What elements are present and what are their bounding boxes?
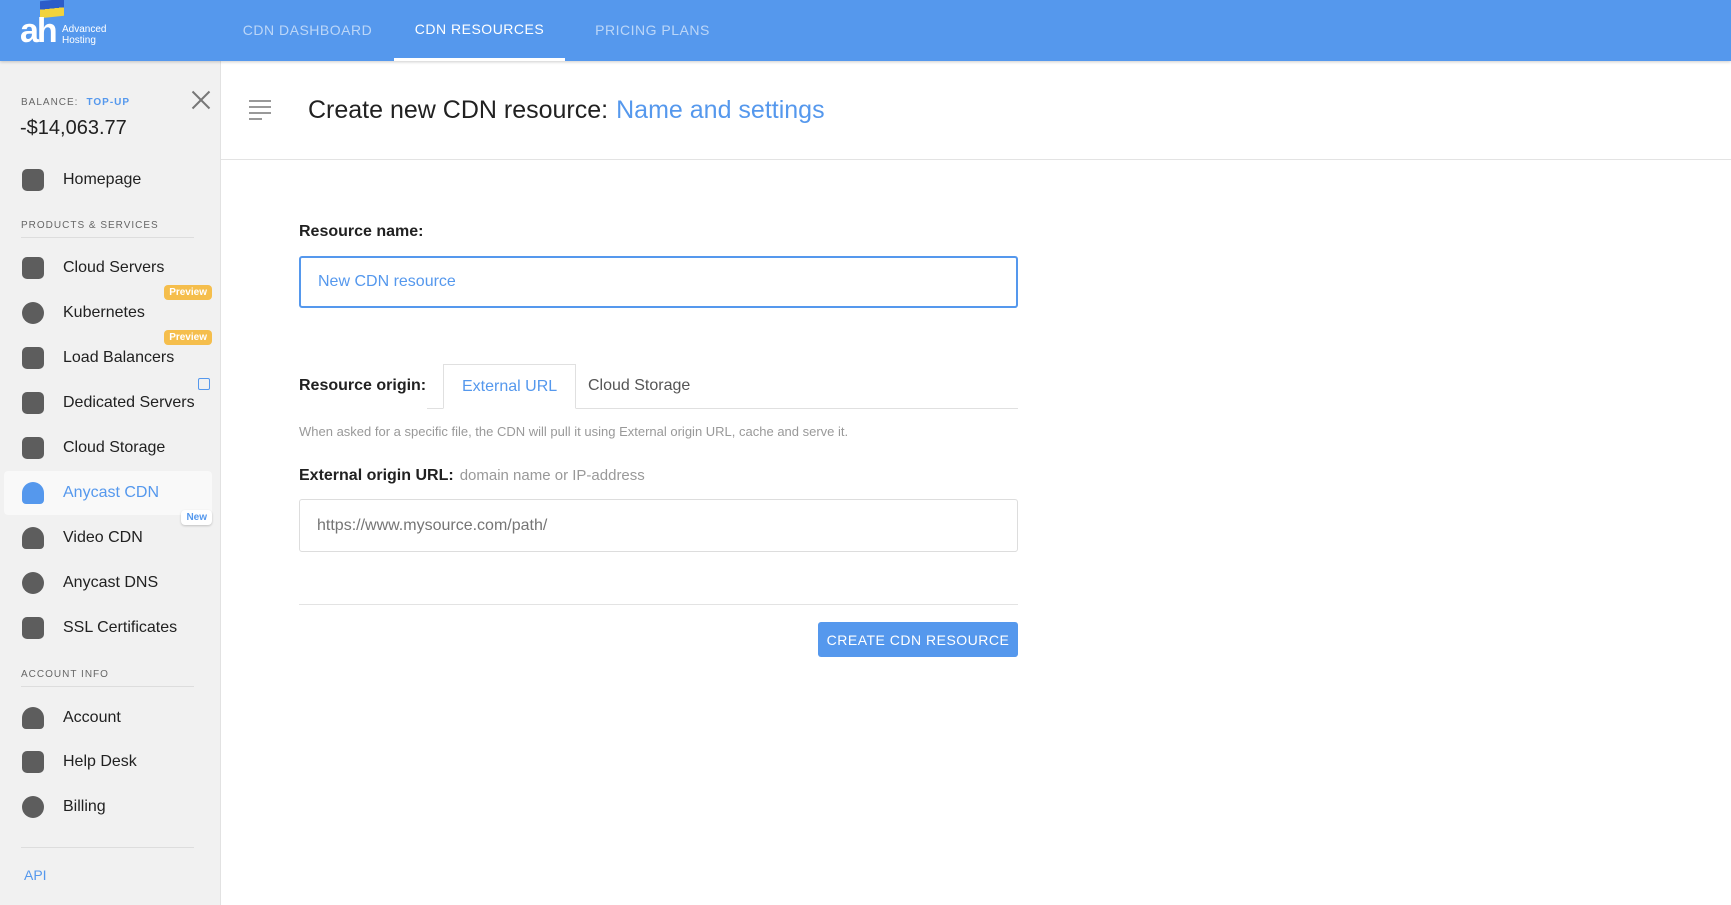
sidebar-item-account[interactable]: Account — [4, 696, 212, 740]
cdn-cloud-icon — [22, 482, 44, 504]
chat-icon — [22, 751, 44, 773]
sidebar-item-kubernetes[interactable]: Kubernetes Preview — [4, 285, 212, 335]
tab-cdn-dashboard[interactable]: CDN DASHBOARD — [230, 0, 385, 61]
external-link-icon — [198, 378, 210, 390]
preview-badge: Preview — [164, 285, 212, 300]
sidebar-item-anycast-dns[interactable]: Anycast DNS — [4, 561, 212, 605]
balance-value: -$14,063.77 — [20, 117, 127, 139]
divider — [299, 604, 1018, 605]
logo-text: Advanced Hosting — [62, 24, 107, 46]
resource-name-input[interactable] — [299, 256, 1018, 308]
external-origin-url-input[interactable] — [299, 499, 1018, 552]
close-icon[interactable] — [190, 89, 212, 111]
sidebar-item-label: Homepage — [63, 171, 142, 188]
tab-external-url[interactable]: External URL — [443, 364, 577, 409]
home-icon — [22, 169, 44, 191]
video-cdn-icon — [22, 527, 44, 549]
sidebar-item-label: Kubernetes — [63, 304, 145, 321]
sidebar-item-label: Video CDN — [63, 529, 143, 546]
section-products: PRODUCTS & SERVICES — [21, 220, 159, 231]
new-badge: New — [181, 510, 212, 525]
sidebar-item-load-balancers[interactable]: Load Balancers Preview — [4, 330, 212, 380]
topup-link[interactable]: TOP-UP — [86, 97, 130, 108]
preview-badge: Preview — [164, 330, 212, 345]
server-icon — [22, 392, 44, 414]
divider — [21, 237, 194, 238]
balance-label: BALANCE: TOP-UP — [21, 97, 131, 108]
divider — [21, 847, 194, 848]
cloud-servers-icon — [22, 257, 44, 279]
sidebar-item-label: Anycast CDN — [63, 484, 160, 501]
sidebar: BALANCE: TOP-UP -$14,063.77 Homepage PROD… — [0, 61, 221, 905]
dns-icon — [22, 572, 44, 594]
sidebar-item-anycast-cdn[interactable]: Anycast CDN — [4, 471, 212, 515]
divider — [221, 159, 1731, 160]
sidebar-item-video-cdn[interactable]: Video CDN New — [4, 510, 212, 560]
tab-pricing-plans[interactable]: PRICING PLANS — [575, 0, 730, 61]
page-step: Name and settings — [616, 96, 825, 124]
url-hint: domain name or IP-address — [459, 467, 645, 484]
sidebar-item-label: SSL Certificates — [63, 619, 178, 636]
sidebar-item-cloud-storage[interactable]: Cloud Storage — [4, 426, 212, 470]
load-balancer-icon — [22, 347, 44, 369]
sidebar-item-label: Anycast DNS — [63, 574, 159, 591]
sidebar-item-help-desk[interactable]: Help Desk — [4, 740, 212, 784]
user-icon — [22, 707, 44, 729]
sidebar-item-label: Account — [63, 709, 121, 726]
resource-origin-label: Resource origin: — [299, 377, 427, 394]
section-account: ACCOUNT INFO — [21, 669, 109, 680]
create-cdn-resource-button[interactable]: CREATE CDN RESOURCE — [818, 622, 1018, 657]
logo[interactable]: ah Advanced Hosting — [20, 0, 140, 61]
sidebar-item-label: Help Desk — [63, 753, 137, 770]
sidebar-item-label: Billing — [63, 798, 106, 815]
external-origin-url-label: External origin URL: domain name or IP-ad… — [299, 467, 645, 484]
api-link[interactable]: API — [24, 867, 47, 883]
sidebar-item-label: Cloud Servers — [63, 259, 165, 276]
logo-mark: ah — [20, 12, 58, 50]
page-title: Create new CDN resource: Name and setting… — [308, 96, 825, 124]
sidebar-item-label: Load Balancers — [63, 349, 175, 366]
menu-collapse-icon[interactable] — [249, 100, 271, 120]
sidebar-item-cloud-servers[interactable]: Cloud Servers — [4, 246, 212, 290]
tab-cdn-resources[interactable]: CDN RESOURCES — [394, 0, 565, 61]
resource-name-label: Resource name: — [299, 223, 424, 240]
divider — [21, 686, 194, 687]
sidebar-item-label: Dedicated Servers — [63, 394, 195, 411]
sidebar-item-label: Cloud Storage — [63, 439, 166, 456]
sidebar-item-ssl-certificates[interactable]: SSL Certificates — [4, 606, 212, 650]
sidebar-item-dedicated-servers[interactable]: Dedicated Servers — [4, 378, 212, 425]
sidebar-item-homepage[interactable]: Homepage — [4, 158, 212, 202]
lock-icon — [22, 617, 44, 639]
dollar-icon — [22, 796, 44, 818]
tab-cloud-storage[interactable]: Cloud Storage — [570, 364, 708, 409]
top-bar: ah Advanced Hosting CDN DASHBOARD CDN RES… — [0, 0, 1731, 61]
sidebar-item-billing[interactable]: Billing — [4, 785, 212, 829]
storage-icon — [22, 437, 44, 459]
kubernetes-icon — [22, 302, 44, 324]
origin-help-text: When asked for a specific file, the CDN … — [299, 424, 849, 439]
